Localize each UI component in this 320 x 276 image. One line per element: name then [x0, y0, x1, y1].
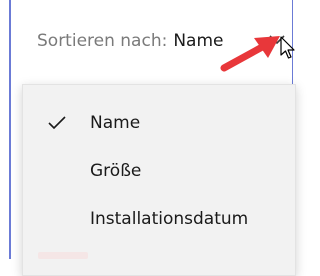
menu-item-install-date[interactable]: Installationsdatum [23, 199, 295, 239]
mouse-cursor-icon [280, 36, 295, 59]
partial-item-fragment [38, 252, 88, 259]
sort-selected-value[interactable]: Name [173, 31, 223, 51]
sort-label: Sortieren nach: [37, 31, 168, 51]
checkmark-icon [48, 116, 66, 130]
sort-menu: Name Größe Installationsdatum [22, 84, 296, 276]
menu-item-size[interactable]: Größe [23, 151, 295, 191]
menu-item-label: Größe [90, 161, 142, 181]
menu-item-name[interactable]: Name [23, 103, 295, 143]
sort-dropdown[interactable]: Sortieren nach: Name [37, 29, 223, 53]
menu-item-label: Name [90, 113, 141, 133]
menu-item-label: Installationsdatum [90, 209, 249, 229]
